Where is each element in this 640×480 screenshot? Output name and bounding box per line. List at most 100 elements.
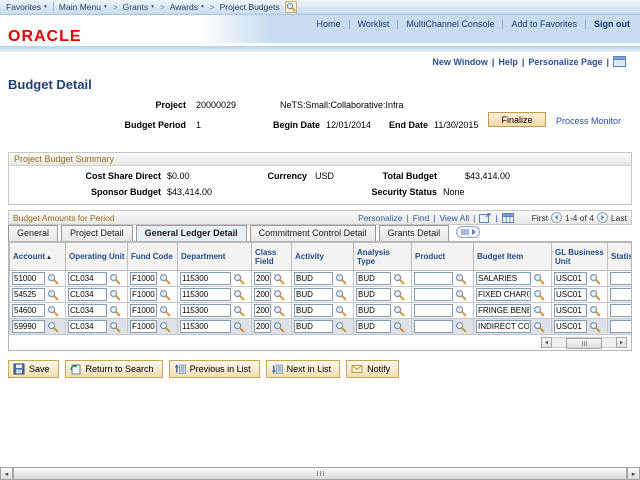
analysis-type-input[interactable]: [356, 288, 391, 301]
fund-code-input[interactable]: [130, 288, 157, 301]
lookup-icon[interactable]: [455, 305, 467, 317]
lookup-icon[interactable]: [273, 321, 285, 333]
lookup-icon[interactable]: [533, 273, 545, 285]
column-header-account[interactable]: Account▲: [9, 242, 66, 271]
add-to-favorites-link[interactable]: Add to Favorites: [511, 19, 577, 29]
lookup-icon[interactable]: [589, 305, 601, 317]
statistics-code-input[interactable]: [610, 272, 631, 285]
lookup-icon[interactable]: [335, 273, 347, 285]
fund-code-input[interactable]: [130, 304, 157, 317]
class-field-input[interactable]: [254, 272, 271, 285]
lookup-icon[interactable]: [589, 273, 601, 285]
tab-general-ledger-detail[interactable]: General Ledger Detail: [135, 225, 247, 241]
scroll-left-icon[interactable]: ◂: [0, 467, 13, 480]
finalize-button[interactable]: Finalize: [488, 112, 546, 127]
budget-item-input[interactable]: [476, 272, 531, 285]
column-header-statistics-code[interactable]: Statistics Code: [607, 242, 631, 271]
gl-business-unit-input[interactable]: [554, 272, 587, 285]
new-window-link[interactable]: New Window: [432, 57, 487, 67]
lookup-icon[interactable]: [533, 289, 545, 301]
lookup-icon[interactable]: [335, 321, 347, 333]
product-input[interactable]: [414, 272, 453, 285]
budget-item-input[interactable]: [476, 288, 531, 301]
lookup-icon[interactable]: [273, 289, 285, 301]
lookup-icon[interactable]: [393, 305, 405, 317]
lookup-icon[interactable]: [455, 273, 467, 285]
class-field-input[interactable]: [254, 304, 271, 317]
download-icon[interactable]: [501, 212, 514, 223]
analysis-type-input[interactable]: [356, 304, 391, 317]
home-link[interactable]: Home: [317, 19, 341, 29]
return-to-search-button[interactable]: Return to Search: [64, 360, 163, 378]
breadcrumb-item-project-budgets[interactable]: Project Budgets: [220, 2, 280, 12]
lookup-icon[interactable]: [159, 273, 171, 285]
account-input[interactable]: [12, 272, 45, 285]
lookup-icon[interactable]: [335, 305, 347, 317]
lookup-icon[interactable]: [47, 273, 59, 285]
lookup-icon[interactable]: [335, 289, 347, 301]
tab-project-detail[interactable]: Project Detail: [61, 225, 133, 241]
lookup-icon[interactable]: [159, 305, 171, 317]
lookup-icon[interactable]: [233, 305, 245, 317]
analysis-type-input[interactable]: [356, 272, 391, 285]
lookup-icon[interactable]: [273, 273, 285, 285]
search-icon[interactable]: [284, 1, 297, 13]
lookup-icon[interactable]: [589, 289, 601, 301]
budget-item-input[interactable]: [476, 320, 531, 333]
previous-in-list-button[interactable]: Previous in List: [168, 360, 260, 378]
tab-grants-detail[interactable]: Grants Detail: [378, 225, 450, 241]
account-input[interactable]: [12, 288, 45, 301]
lookup-icon[interactable]: [109, 273, 121, 285]
lookup-icon[interactable]: [233, 289, 245, 301]
activity-input[interactable]: [294, 304, 333, 317]
column-header-budget-item[interactable]: Budget Item: [473, 242, 552, 271]
scrollbar-thumb[interactable]: [566, 338, 602, 349]
column-header-gl-business-unit[interactable]: GL Business Unit: [551, 242, 608, 271]
personalize-link[interactable]: Personalize: [358, 213, 402, 223]
save-button[interactable]: Save: [8, 360, 59, 378]
grid-horizontal-scrollbar[interactable]: ◂ ▸: [541, 337, 627, 349]
statistics-code-input[interactable]: [610, 320, 631, 333]
budget-item-input[interactable]: [476, 304, 531, 317]
page-horizontal-scrollbar[interactable]: ◂ ▸: [0, 467, 640, 480]
gl-business-unit-input[interactable]: [554, 320, 587, 333]
lookup-icon[interactable]: [47, 305, 59, 317]
column-header-department[interactable]: Department: [177, 242, 252, 271]
process-monitor-link[interactable]: Process Monitor: [556, 116, 621, 126]
product-input[interactable]: [414, 288, 453, 301]
next-row-icon[interactable]: [596, 212, 608, 223]
operating-unit-input[interactable]: [68, 272, 107, 285]
show-all-columns-icon[interactable]: [456, 226, 481, 238]
lookup-icon[interactable]: [159, 321, 171, 333]
multichannel-console-link[interactable]: MultiChannel Console: [406, 19, 494, 29]
column-header-analysis-type[interactable]: Analysis Type: [353, 242, 412, 271]
lookup-icon[interactable]: [455, 321, 467, 333]
breadcrumb-item-grants[interactable]: Grants ▼: [123, 2, 155, 12]
favorites-menu[interactable]: Favorites ▼: [6, 2, 48, 12]
department-input[interactable]: [180, 320, 231, 333]
lookup-icon[interactable]: [533, 305, 545, 317]
previous-row-icon[interactable]: [551, 212, 563, 223]
operating-unit-input[interactable]: [68, 288, 107, 301]
product-input[interactable]: [414, 320, 453, 333]
class-field-input[interactable]: [254, 288, 271, 301]
account-input[interactable]: [12, 304, 45, 317]
column-header-class-field[interactable]: Class Field: [251, 242, 292, 271]
scrollbar-thumb[interactable]: [13, 467, 627, 480]
activity-input[interactable]: [294, 320, 333, 333]
gl-business-unit-input[interactable]: [554, 288, 587, 301]
lookup-icon[interactable]: [47, 289, 59, 301]
next-in-list-button[interactable]: Next in List: [265, 360, 341, 378]
lookup-icon[interactable]: [233, 273, 245, 285]
statistics-code-input[interactable]: [610, 304, 631, 317]
operating-unit-input[interactable]: [68, 304, 107, 317]
lookup-icon[interactable]: [233, 321, 245, 333]
worklist-link[interactable]: Worklist: [358, 19, 390, 29]
lookup-icon[interactable]: [47, 321, 59, 333]
gl-business-unit-input[interactable]: [554, 304, 587, 317]
lookup-icon[interactable]: [273, 305, 285, 317]
product-input[interactable]: [414, 304, 453, 317]
operating-unit-input[interactable]: [68, 320, 107, 333]
breadcrumb-item-awards[interactable]: Awards ▼: [170, 2, 205, 12]
lookup-icon[interactable]: [109, 305, 121, 317]
